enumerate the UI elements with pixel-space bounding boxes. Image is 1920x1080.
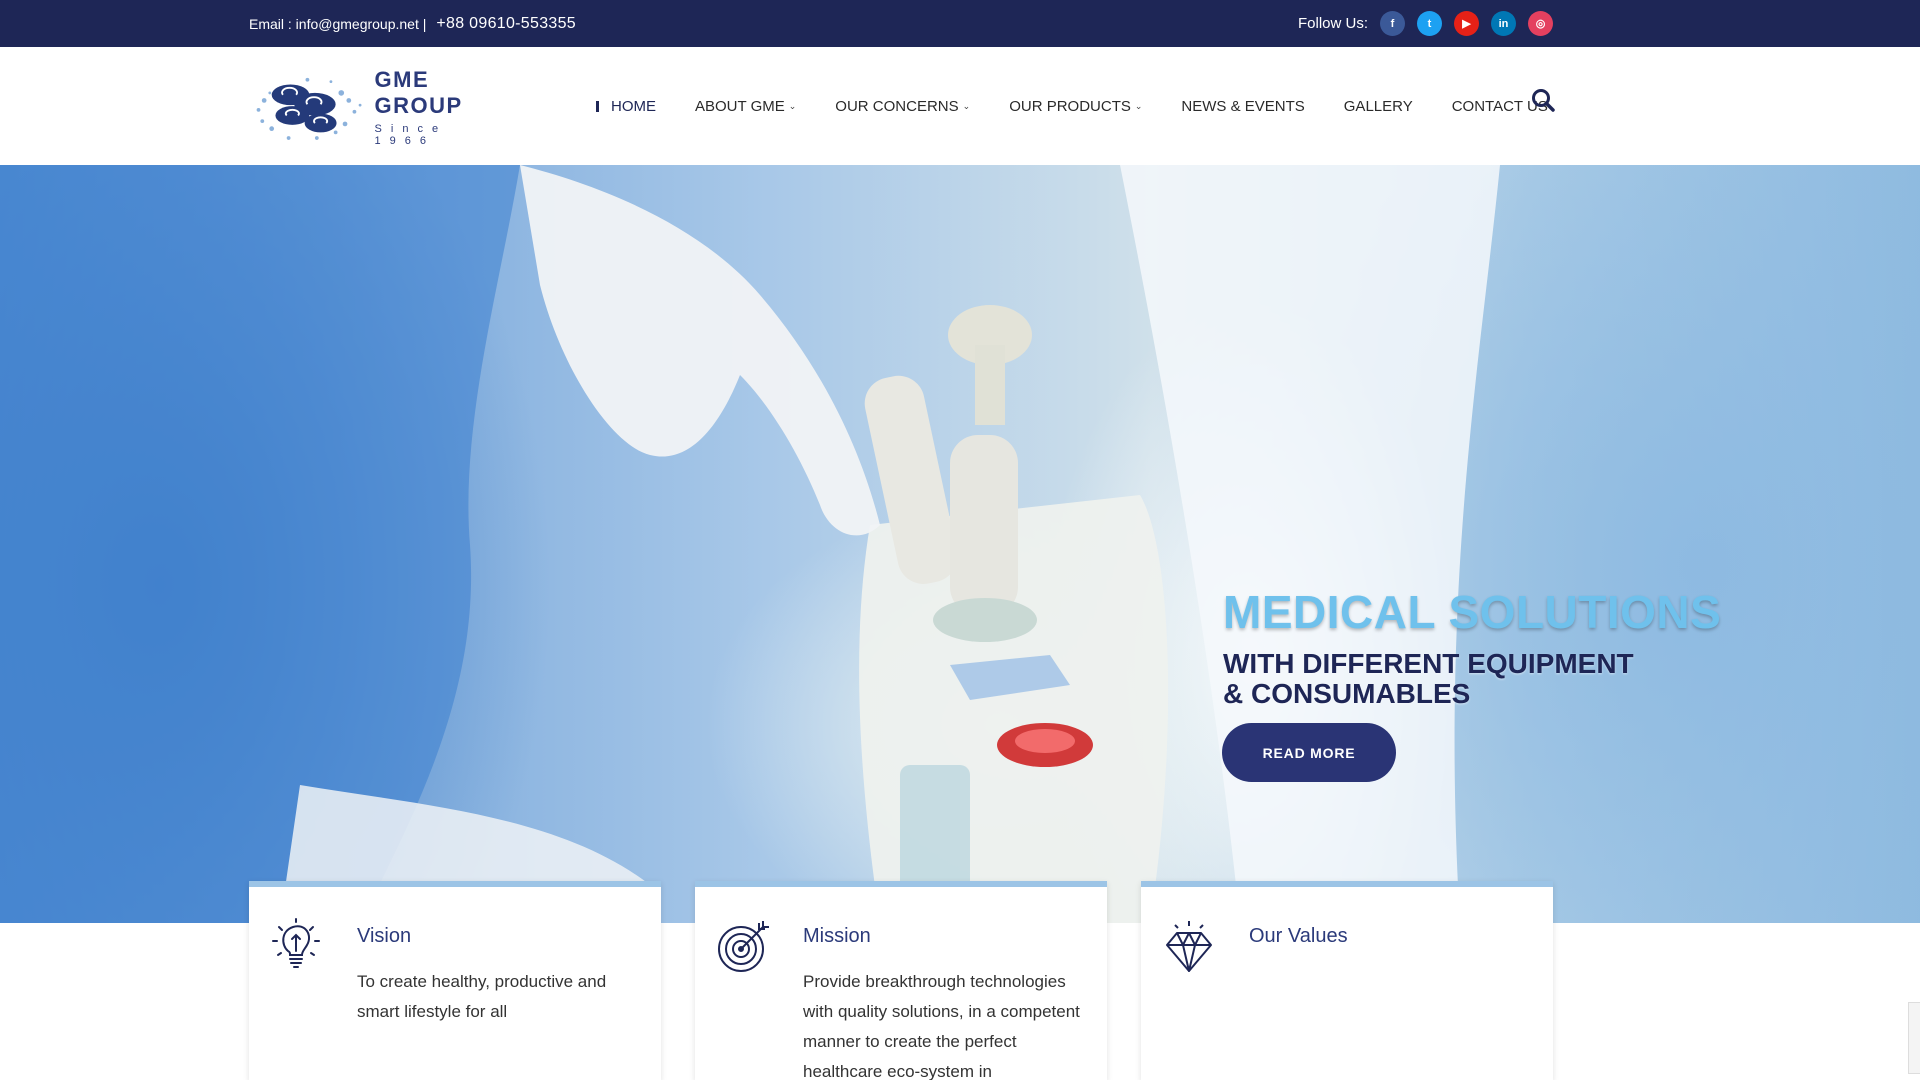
facebook-icon[interactable]: f [1380,11,1405,36]
search-icon[interactable] [1530,87,1556,113]
target-icon [718,921,769,972]
logo-name: GME GROUP [374,67,463,118]
values-card: Our Values [1141,881,1553,1080]
nav-home[interactable]: HOME [596,98,656,115]
diamond-icon [1166,921,1212,972]
top-bar: Email : info@gmegroup.net | +88 09610-55… [0,0,1920,47]
hero-subtitle-line-1: WITH DIFFERENT EQUIPMENT [1223,648,1634,679]
recaptcha-badge[interactable] [1908,1002,1920,1074]
nav-label: NEWS & EVENTS [1181,97,1305,115]
contact-info: Email : info@gmegroup.net | +88 09610-55… [249,0,576,47]
hero-text: MEDICAL SOLUTIONS WITH DIFFERENT EQUIPME… [1223,585,1721,709]
lightbulb-icon [272,918,320,968]
logo-mark-icon [256,77,362,140]
social-links: Follow Us: f t ▶ in ◎ [1298,0,1553,47]
card-text: Provide breakthrough technologies with q… [803,972,1080,1080]
chevron-down-icon: ⌄ [788,100,797,111]
hero-banner: MEDICAL SOLUTIONS WITH DIFFERENT EQUIPME… [0,165,1920,923]
chevron-down-icon: ⌄ [962,100,971,111]
hero-subtitle-line-2: & CONSUMABLES [1223,678,1471,709]
nav-label: OUR CONCERNS [835,97,959,115]
main-nav: HOME ABOUT GME ⌄ OUR CONCERNS ⌄ OUR PROD… [596,47,1548,165]
active-indicator [596,100,599,112]
linkedin-icon[interactable]: in [1491,11,1516,36]
nav-concerns[interactable]: OUR CONCERNS ⌄ [835,98,970,115]
card-text: To create healthy, productive and smart … [357,972,607,1021]
card-title: Vision [357,925,412,947]
site-logo[interactable]: GME GROUP Since 1966 [251,67,516,147]
info-cards: Vision To create healthy, productive and… [249,881,1553,1080]
email-link[interactable]: Email : info@gmegroup.net | [249,16,426,32]
hero-image [0,165,1500,923]
chevron-down-icon: ⌄ [1134,100,1143,111]
logo-tagline: Since 1966 [374,123,448,147]
nav-products[interactable]: OUR PRODUCTS ⌄ [1009,98,1142,115]
nav-label: GALLERY [1343,97,1413,115]
follow-label: Follow Us: [1297,15,1368,32]
read-more-button[interactable]: READ MORE [1222,723,1396,782]
phone-link[interactable]: +88 09610-553355 [436,15,576,33]
hero-title: MEDICAL SOLUTIONS [1223,586,1722,638]
nav-about[interactable]: ABOUT GME ⌄ [695,98,796,115]
card-title: Our Values [1249,925,1348,947]
nav-label: HOME [611,97,656,115]
instagram-icon[interactable]: ◎ [1528,11,1553,36]
nav-news-events[interactable]: NEWS & EVENTS [1181,98,1304,115]
twitter-icon[interactable]: t [1417,11,1442,36]
mission-card: Mission Provide breakthrough technologie… [695,881,1107,1080]
nav-gallery[interactable]: GALLERY [1344,98,1413,115]
nav-label: ABOUT GME [695,97,785,115]
youtube-icon[interactable]: ▶ [1454,11,1479,36]
nav-label: OUR PRODUCTS [1009,97,1131,115]
main-header: GME GROUP Since 1966 HOME ABOUT GME ⌄ OU… [0,47,1920,165]
vision-card: Vision To create healthy, productive and… [249,881,661,1080]
card-title: Mission [803,925,871,947]
